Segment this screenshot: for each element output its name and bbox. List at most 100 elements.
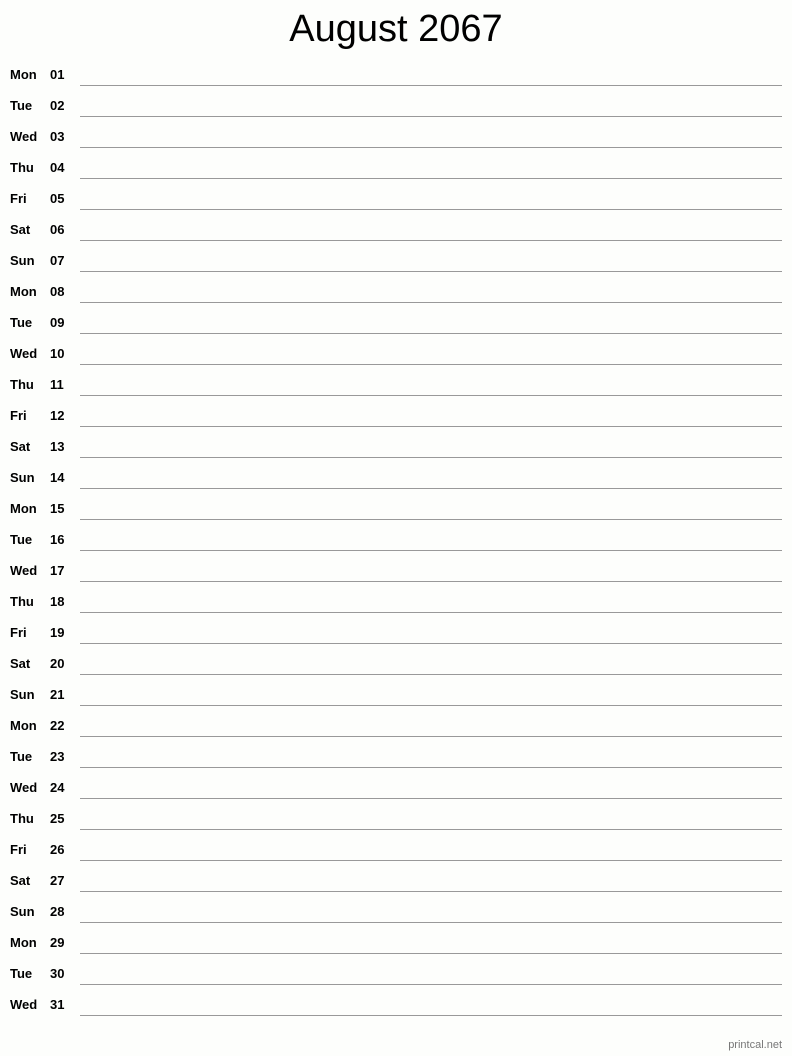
weekday-label: Mon <box>10 284 37 299</box>
day-row: Tue 23 <box>0 742 792 773</box>
day-number: 02 <box>50 98 65 113</box>
writing-line <box>80 581 782 582</box>
day-number: 11 <box>50 377 64 392</box>
weekday-label: Sat <box>10 873 31 888</box>
day-number: 31 <box>50 997 65 1012</box>
day-number: 12 <box>50 408 65 423</box>
day-number: 13 <box>50 439 65 454</box>
day-row: Mon 08 <box>0 277 792 308</box>
writing-line <box>80 736 782 737</box>
weekday-label: Fri <box>10 625 27 640</box>
day-row: Sat 13 <box>0 432 792 463</box>
day-number: 28 <box>50 904 65 919</box>
weekday-label: Wed <box>10 780 38 795</box>
writing-line <box>80 860 782 861</box>
day-row: Sun 07 <box>0 246 792 277</box>
day-number: 08 <box>50 284 65 299</box>
page-title: August 2067 <box>289 8 503 50</box>
writing-line <box>80 705 782 706</box>
weekday-label: Wed <box>10 563 38 578</box>
weekday-label: Sat <box>10 222 31 237</box>
weekday-label: Sat <box>10 439 31 454</box>
day-number: 26 <box>50 842 65 857</box>
day-row: Fri 05 <box>0 184 792 215</box>
day-row: Mon 29 <box>0 928 792 959</box>
writing-line <box>80 209 782 210</box>
weekday-label: Sun <box>10 687 35 702</box>
weekday-label: Mon <box>10 718 37 733</box>
day-number: 23 <box>50 749 65 764</box>
day-row: Sat 20 <box>0 649 792 680</box>
day-row: Wed 31 <box>0 990 792 1021</box>
weekday-label: Thu <box>10 594 34 609</box>
day-number: 20 <box>50 656 65 671</box>
writing-line <box>80 240 782 241</box>
day-number: 16 <box>50 532 65 547</box>
weekday-label: Fri <box>10 842 27 857</box>
day-row: Mon 15 <box>0 494 792 525</box>
writing-line <box>80 550 782 551</box>
day-number: 04 <box>50 160 65 175</box>
writing-line <box>80 953 782 954</box>
weekday-label: Wed <box>10 129 38 144</box>
writing-line <box>80 891 782 892</box>
weekday-label: Thu <box>10 811 34 826</box>
writing-line <box>80 829 782 830</box>
writing-line <box>80 612 782 613</box>
writing-line <box>80 984 782 985</box>
writing-line <box>80 85 782 86</box>
day-row: Tue 30 <box>0 959 792 990</box>
day-number: 05 <box>50 191 65 206</box>
day-number: 01 <box>50 67 65 82</box>
writing-line <box>80 426 782 427</box>
day-number: 10 <box>50 346 65 361</box>
day-list: Mon 01 Tue 02 Wed 03 Thu 04 Fri 05 Sat 06 Sun 07 Mon 08… <box>0 60 792 1021</box>
writing-line <box>80 147 782 148</box>
writing-line <box>80 674 782 675</box>
day-row: Wed 24 <box>0 773 792 804</box>
day-row: Mon 01 <box>0 60 792 91</box>
weekday-label: Sun <box>10 904 35 919</box>
day-row: Tue 02 <box>0 91 792 122</box>
day-row: Wed 17 <box>0 556 792 587</box>
day-row: Sat 27 <box>0 866 792 897</box>
day-number: 27 <box>50 873 65 888</box>
writing-line <box>80 395 782 396</box>
day-number: 15 <box>50 501 65 516</box>
weekday-label: Tue <box>10 532 33 547</box>
day-row: Fri 12 <box>0 401 792 432</box>
weekday-label: Tue <box>10 98 33 113</box>
day-row: Mon 22 <box>0 711 792 742</box>
writing-line <box>80 364 782 365</box>
day-number: 18 <box>50 594 65 609</box>
weekday-label: Thu <box>10 160 34 175</box>
writing-line <box>80 271 782 272</box>
writing-line <box>80 457 782 458</box>
weekday-label: Tue <box>10 315 33 330</box>
day-number: 09 <box>50 315 65 330</box>
day-row: Tue 16 <box>0 525 792 556</box>
day-number: 24 <box>50 780 65 795</box>
day-row: Thu 25 <box>0 804 792 835</box>
writing-line <box>80 767 782 768</box>
day-number: 14 <box>50 470 65 485</box>
writing-line <box>80 116 782 117</box>
weekday-label: Sat <box>10 656 31 671</box>
day-row: Thu 11 <box>0 370 792 401</box>
writing-line <box>80 302 782 303</box>
day-number: 29 <box>50 935 65 950</box>
weekday-label: Tue <box>10 966 33 981</box>
day-row: Sat 06 <box>0 215 792 246</box>
weekday-label: Thu <box>10 377 34 392</box>
day-row: Thu 04 <box>0 153 792 184</box>
weekday-label: Sun <box>10 470 35 485</box>
day-number: 06 <box>50 222 65 237</box>
day-number: 03 <box>50 129 65 144</box>
weekday-label: Mon <box>10 67 37 82</box>
day-number: 21 <box>50 687 65 702</box>
footer-credit: printcal.net <box>728 1039 782 1051</box>
weekday-label: Tue <box>10 749 33 764</box>
weekday-label: Sun <box>10 253 35 268</box>
day-number: 17 <box>50 563 65 578</box>
weekday-label: Fri <box>10 191 27 206</box>
